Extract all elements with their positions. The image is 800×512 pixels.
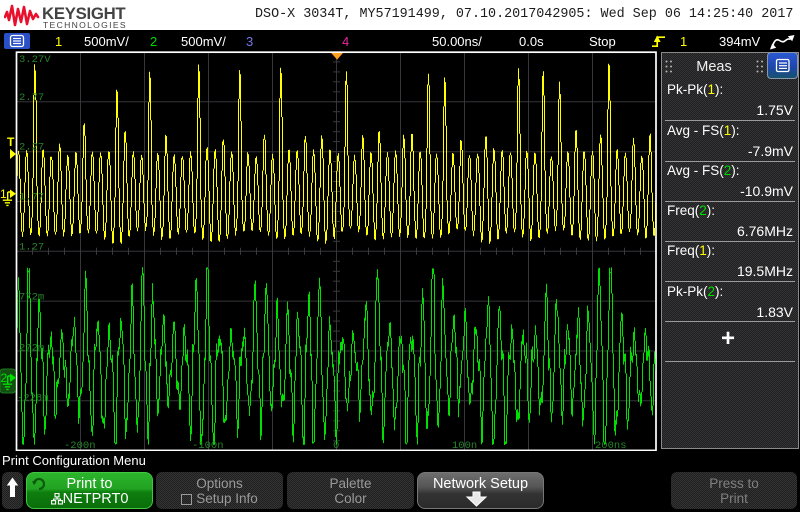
svg-text:1.27: 1.27	[19, 242, 44, 254]
svg-text:2: 2	[1, 371, 8, 385]
svg-text:-200n: -200n	[64, 440, 96, 451]
svg-text:3.27V: 3.27V	[19, 54, 51, 66]
svg-text:2.77: 2.77	[19, 92, 44, 104]
svg-text:2.27: 2.27	[19, 142, 44, 154]
svg-text:-228m: -228m	[17, 393, 49, 405]
svg-text:272m: 272m	[19, 343, 44, 355]
svg-text:1: 1	[0, 187, 7, 201]
svg-text:100n: 100n	[452, 440, 477, 451]
svg-text:0: 0	[333, 440, 339, 451]
svg-text:1.77: 1.77	[19, 192, 44, 204]
svg-text:200ns: 200ns	[595, 440, 627, 451]
svg-text:-100n: -100n	[192, 440, 224, 451]
svg-text:772m: 772m	[19, 292, 44, 304]
svg-text:T: T	[7, 135, 15, 149]
